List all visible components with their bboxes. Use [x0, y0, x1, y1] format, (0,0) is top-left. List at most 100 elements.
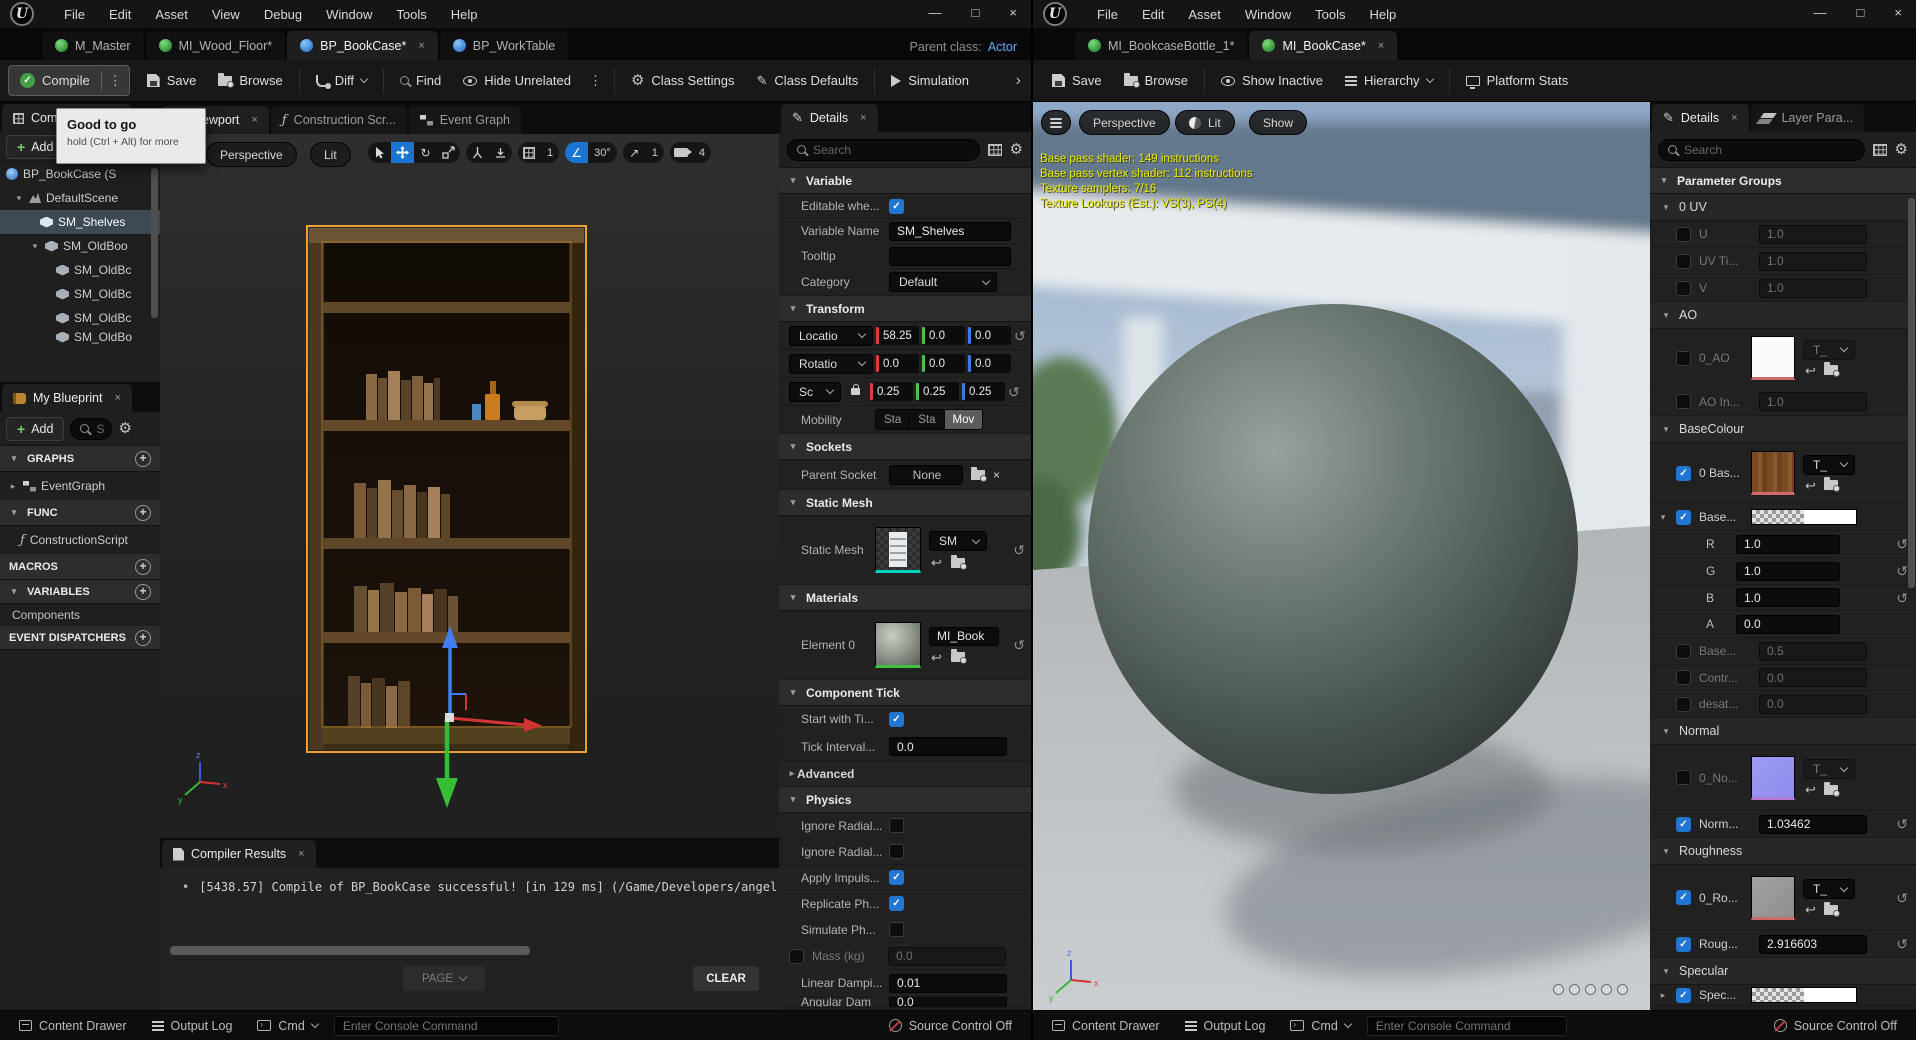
menu-window[interactable]: Window — [326, 7, 372, 22]
physics-section-header[interactable]: ▾ Physics — [779, 787, 1031, 813]
find-button[interactable]: Find — [389, 65, 452, 97]
tab-m-master[interactable]: M_Master — [42, 31, 144, 60]
event-dispatchers-section-header[interactable]: EVENT DISPATCHERS + — [0, 626, 160, 650]
unreal-logo-icon[interactable]: U — [1043, 2, 1067, 26]
tick-interval-input[interactable]: 0.0 — [889, 737, 1007, 756]
tree-item-defaultscene[interactable]: ▾ DefaultScene — [0, 186, 160, 210]
contrast-input[interactable]: 0.0 — [1759, 668, 1867, 687]
expander-icon[interactable]: ▾ — [14, 193, 24, 204]
browse-asset-icon[interactable] — [1823, 901, 1840, 917]
tab-mi-wood-floor[interactable]: MI_Wood_Floor* — [145, 31, 286, 60]
mass-input[interactable]: 0.0 — [888, 946, 1006, 966]
hide-unrelated-button[interactable]: Hide Unrelated — [452, 65, 582, 97]
override-checkbox[interactable] — [789, 948, 804, 964]
graphs-section-header[interactable]: ▾ GRAPHS + — [0, 446, 160, 472]
platform-stats-button[interactable]: Platform Stats — [1455, 65, 1580, 97]
rotation-z-input[interactable]: 0.0 — [968, 354, 1011, 373]
tab-close-icon[interactable]: × — [418, 40, 424, 52]
menu-file[interactable]: File — [64, 7, 85, 22]
compile-options-icon[interactable]: ⋮ — [102, 73, 129, 89]
content-drawer-button[interactable]: Content Drawer — [10, 1013, 136, 1039]
viewport-options-button[interactable] — [1041, 110, 1071, 135]
start-tick-checkbox[interactable] — [889, 711, 904, 727]
override-checkbox[interactable] — [1676, 770, 1691, 785]
my-blueprint-tab[interactable]: My Blueprint × — [2, 384, 132, 412]
tree-item[interactable]: SM_OldBo — [0, 330, 160, 344]
ao-texture-dropdown[interactable]: T_ — [1803, 339, 1855, 360]
parent-socket-value[interactable]: None — [889, 464, 963, 485]
output-log-button[interactable]: Output Log — [1176, 1013, 1275, 1039]
scale-snap-icon[interactable]: ↗ — [622, 142, 646, 163]
param-uvtiling-input[interactable]: 1.0 — [1759, 251, 1867, 271]
browse-asset-icon[interactable] — [1823, 781, 1840, 797]
construction-script-tab[interactable]: ƒ Construction Scr... — [270, 106, 407, 134]
select-tool-icon[interactable] — [367, 142, 391, 163]
add-variable-icon[interactable]: + — [135, 583, 151, 600]
location-y-input[interactable]: 0.0 — [922, 326, 965, 345]
scale-y-input[interactable]: 0.25 — [916, 382, 959, 401]
window-minimize-icon[interactable]: — — [1814, 5, 1827, 20]
menu-asset[interactable]: Asset — [1188, 7, 1221, 22]
settings-gear-icon[interactable]: ⚙ — [1895, 142, 1908, 157]
world-local-gizmo-icon[interactable] — [465, 142, 489, 163]
panel-close-icon[interactable]: × — [1731, 112, 1737, 124]
tab-close-icon[interactable]: × — [1378, 40, 1384, 52]
display-filters-icon[interactable] — [1872, 143, 1887, 156]
grid-snap-value[interactable]: 1 — [540, 142, 560, 163]
material-thumbnail[interactable] — [875, 622, 921, 668]
components-scrollbar[interactable] — [151, 168, 158, 318]
tab-mi-bookcasebottle[interactable]: MI_BookcaseBottle_1* — [1075, 31, 1248, 60]
menu-debug[interactable]: Debug — [264, 7, 302, 22]
browse-button[interactable]: Browse — [1113, 65, 1199, 97]
class-settings-button[interactable]: ⚙ Class Settings — [620, 65, 746, 97]
toolbar-overflow-chevron[interactable]: › — [1016, 72, 1031, 90]
advanced-expander-row[interactable]: ▸ Advanced — [779, 761, 1031, 787]
tree-item[interactable]: SM_OldBc — [0, 258, 160, 282]
checkbox[interactable] — [889, 870, 904, 885]
tooltip-input[interactable] — [889, 246, 1011, 266]
use-selected-icon[interactable]: ↩ — [931, 651, 942, 664]
add-dispatcher-icon[interactable]: + — [135, 629, 151, 646]
tree-item-sm-shelves[interactable]: SM_Shelves — [0, 210, 160, 234]
parameter-groups-header[interactable]: ▾ Parameter Groups — [1650, 168, 1916, 194]
reset-icon[interactable]: ↺ — [1896, 891, 1916, 905]
lit-button[interactable]: Lit — [310, 142, 351, 167]
panel-close-icon[interactable]: × — [298, 848, 304, 860]
compiler-hscrollbar[interactable] — [170, 946, 530, 955]
override-checkbox[interactable] — [1676, 226, 1691, 242]
override-checkbox[interactable] — [1676, 643, 1691, 659]
hierarchy-button[interactable]: Hierarchy — [1334, 65, 1444, 97]
cmd-button[interactable]: › Cmd — [248, 1013, 326, 1039]
variable-name-input[interactable]: SM_Shelves — [889, 221, 1011, 241]
basecolour-texture-thumbnail[interactable] — [1751, 451, 1795, 495]
expander-icon[interactable]: ▾ — [1658, 512, 1668, 523]
group-specular-header[interactable]: ▾ Specular — [1650, 958, 1916, 985]
rotate-tool-icon[interactable]: ↻ — [413, 142, 437, 163]
use-selected-icon[interactable]: ↩ — [931, 556, 942, 569]
rotation-x-input[interactable]: 0.0 — [876, 354, 919, 373]
compile-button[interactable]: Compile ⋮ — [8, 65, 130, 96]
menu-tools[interactable]: Tools — [1315, 7, 1345, 22]
rotation-snap-icon[interactable]: ∠ — [565, 142, 589, 163]
angular-damping-input[interactable]: 0.0 — [889, 997, 1007, 1007]
roughness-texture-thumbnail[interactable] — [1751, 875, 1795, 920]
surface-snap-icon[interactable] — [488, 142, 512, 163]
window-close-icon[interactable]: × — [1009, 5, 1017, 20]
rotation-y-input[interactable]: 0.0 — [922, 354, 965, 373]
details-search-input[interactable]: Search — [787, 138, 980, 161]
variable-section-header[interactable]: ▾ Variable — [779, 168, 1031, 194]
eventgraph-item[interactable]: ▸ EventGraph — [0, 472, 160, 500]
roughness-texture-dropdown[interactable]: T_ — [1803, 879, 1855, 899]
browse-button[interactable]: Browse — [207, 65, 293, 97]
details-tab[interactable]: ✎ Details × — [1652, 104, 1749, 132]
add-graph-icon[interactable]: + — [135, 450, 151, 467]
my-blueprint-search-input[interactable]: S — [70, 417, 113, 440]
override-checkbox[interactable] — [1676, 509, 1691, 525]
override-checkbox[interactable] — [1676, 890, 1691, 905]
browse-asset-icon[interactable] — [1823, 362, 1840, 377]
add-macro-icon[interactable]: + — [135, 558, 151, 575]
panel-close-icon[interactable]: × — [860, 112, 866, 124]
panel-close-icon[interactable]: × — [114, 392, 120, 404]
checkbox[interactable] — [889, 818, 904, 833]
normal-flatten-input[interactable]: 1.03462 — [1759, 814, 1867, 834]
